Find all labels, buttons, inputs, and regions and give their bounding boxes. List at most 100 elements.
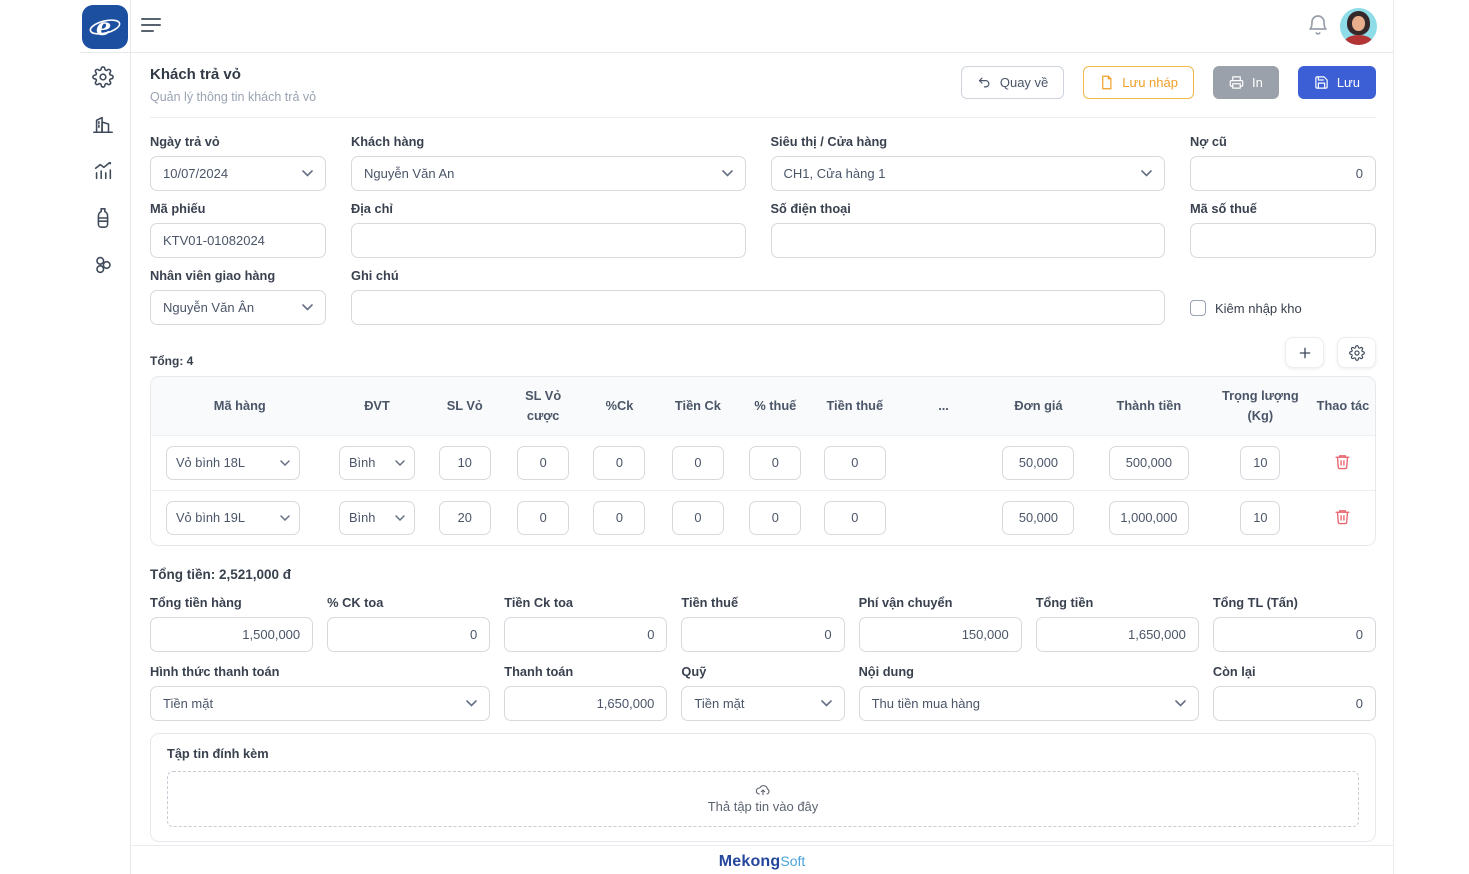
line-total-input[interactable] [1109, 446, 1189, 480]
discount-amount-input[interactable] [672, 501, 724, 535]
store-select[interactable]: CH1, Cửa hàng 1 [771, 156, 1166, 191]
menu-toggle-icon[interactable] [141, 18, 161, 32]
field-label: Địa chỉ [351, 201, 746, 216]
save-button[interactable]: Lưu [1298, 66, 1376, 99]
chevron-down-icon [395, 460, 405, 466]
table-settings-button[interactable] [1337, 337, 1376, 368]
sidebar-company-buildings-icon[interactable] [92, 113, 114, 135]
address-input[interactable] [351, 223, 746, 258]
phone-input[interactable] [771, 223, 1166, 258]
field-label: Còn lại [1213, 664, 1376, 679]
customer-select[interactable]: Nguyễn Văn An [351, 156, 746, 191]
field-label: Quỹ [681, 664, 844, 679]
checkbox-label: Kiêm nhập kho [1215, 301, 1302, 316]
file-dropzone[interactable]: Thả tập tin vào đây [167, 771, 1359, 827]
old-debt-input[interactable] [1190, 156, 1376, 191]
item-select[interactable]: Vỏ bình 18L [166, 446, 300, 480]
order-discount-pct-input[interactable] [327, 617, 490, 652]
tax-total-input[interactable] [681, 617, 844, 652]
window-right-edge [1393, 0, 1394, 874]
user-avatar[interactable] [1340, 8, 1377, 45]
sidebar-divider [130, 0, 131, 874]
total-weight-input[interactable] [1213, 617, 1376, 652]
col-header: Thành tiền [1088, 377, 1210, 435]
sidebar-bottle-icon[interactable] [92, 207, 114, 229]
unit-price-input[interactable] [1002, 446, 1074, 480]
weight-input[interactable] [1240, 501, 1280, 535]
footer-brand-suffix: Soft [780, 853, 805, 869]
unit-select[interactable]: Bình [339, 446, 415, 480]
col-header: Thao tác [1311, 377, 1375, 435]
sidebar-report-chart-icon[interactable] [92, 160, 114, 182]
item-select[interactable]: Vỏ bình 19L [166, 501, 300, 535]
return-arrow-icon [977, 75, 992, 90]
sidebar-settings-gear-icon[interactable] [92, 66, 114, 88]
table-header-row: Mã hàng ĐVT SL Vỏ SL Vỏ cược %Ck Tiền Ck… [151, 377, 1375, 435]
qty-input[interactable] [439, 501, 491, 535]
col-header: % thuế [739, 377, 811, 435]
discount-pct-input[interactable] [593, 501, 645, 535]
tax-pct-input[interactable] [749, 501, 801, 535]
tax-code-input[interactable] [1190, 223, 1376, 258]
table-row: Vỏ bình 19L Bình [151, 490, 1375, 545]
trash-icon [1334, 453, 1351, 470]
svg-text:e: e [96, 12, 111, 41]
add-row-button[interactable] [1285, 337, 1324, 368]
field-label: Nội dung [859, 664, 1199, 679]
fund-select[interactable]: Tiền mặt [681, 686, 844, 721]
delete-row-button[interactable] [1332, 451, 1353, 475]
shipping-fee-input[interactable] [859, 617, 1022, 652]
col-header: %Ck [582, 377, 656, 435]
delete-row-button[interactable] [1332, 506, 1353, 530]
bell-icon[interactable] [1306, 13, 1330, 39]
topbar-divider [80, 52, 1393, 53]
field-label: Siêu thị / Cửa hàng [771, 134, 1166, 149]
warehouse-entry-checkbox[interactable] [1190, 300, 1206, 316]
field-label: Khách hàng [351, 134, 746, 149]
return-date-select[interactable]: 10/07/2024 [150, 156, 326, 191]
app-logo[interactable]: e [82, 5, 128, 49]
order-discount-amount-input[interactable] [504, 617, 667, 652]
tax-amount-input[interactable] [824, 446, 886, 480]
sidebar-molecule-icon[interactable] [92, 254, 114, 276]
chevron-down-icon [466, 700, 477, 707]
line-total-input[interactable] [1109, 501, 1189, 535]
unit-select[interactable]: Bình [339, 501, 415, 535]
payment-method-select[interactable]: Tiền mặt [150, 686, 490, 721]
delivery-staff-select[interactable]: Nguyễn Văn Ân [150, 290, 326, 325]
trash-icon [1334, 508, 1351, 525]
deposit-qty-input[interactable] [517, 446, 569, 480]
deposit-qty-input[interactable] [517, 501, 569, 535]
voucher-code-input[interactable] [150, 223, 326, 258]
discount-pct-input[interactable] [593, 446, 645, 480]
chevron-down-icon [302, 304, 313, 311]
table-row: Vỏ bình 18L Bình [151, 435, 1375, 490]
content-select[interactable]: Thu tiền mua hàng [859, 686, 1199, 721]
weight-input[interactable] [1240, 446, 1280, 480]
total-amount-input[interactable] [1036, 617, 1199, 652]
goods-total-input[interactable] [150, 617, 313, 652]
print-button[interactable]: In [1213, 66, 1279, 99]
note-input[interactable] [351, 290, 1165, 325]
field-label: Tiền thuế [681, 595, 844, 610]
tax-pct-input[interactable] [749, 446, 801, 480]
logo-e-orbit-icon: e [88, 12, 122, 42]
avatar-face [1352, 16, 1365, 31]
chevron-down-icon [302, 170, 313, 177]
tax-amount-input[interactable] [824, 501, 886, 535]
printer-icon [1229, 75, 1244, 90]
discount-amount-input[interactable] [672, 446, 724, 480]
field-label: Tiền Ck toa [504, 595, 667, 610]
items-table: Mã hàng ĐVT SL Vỏ SL Vỏ cược %Ck Tiền Ck… [150, 376, 1376, 546]
chevron-down-icon [395, 515, 405, 521]
qty-input[interactable] [439, 446, 491, 480]
page-subtitle: Quản lý thông tin khách trả vỏ [150, 90, 316, 104]
payment-amount-input[interactable] [504, 686, 667, 721]
field-label: Nhân viên giao hàng [150, 268, 326, 283]
save-draft-button[interactable]: Lưu nháp [1083, 66, 1194, 99]
back-button[interactable]: Quay về [961, 66, 1064, 99]
remaining-input[interactable] [1213, 686, 1376, 721]
unit-price-input[interactable] [1002, 501, 1074, 535]
footer: MekongSoft [131, 845, 1393, 871]
field-label: % CK toa [327, 595, 490, 610]
